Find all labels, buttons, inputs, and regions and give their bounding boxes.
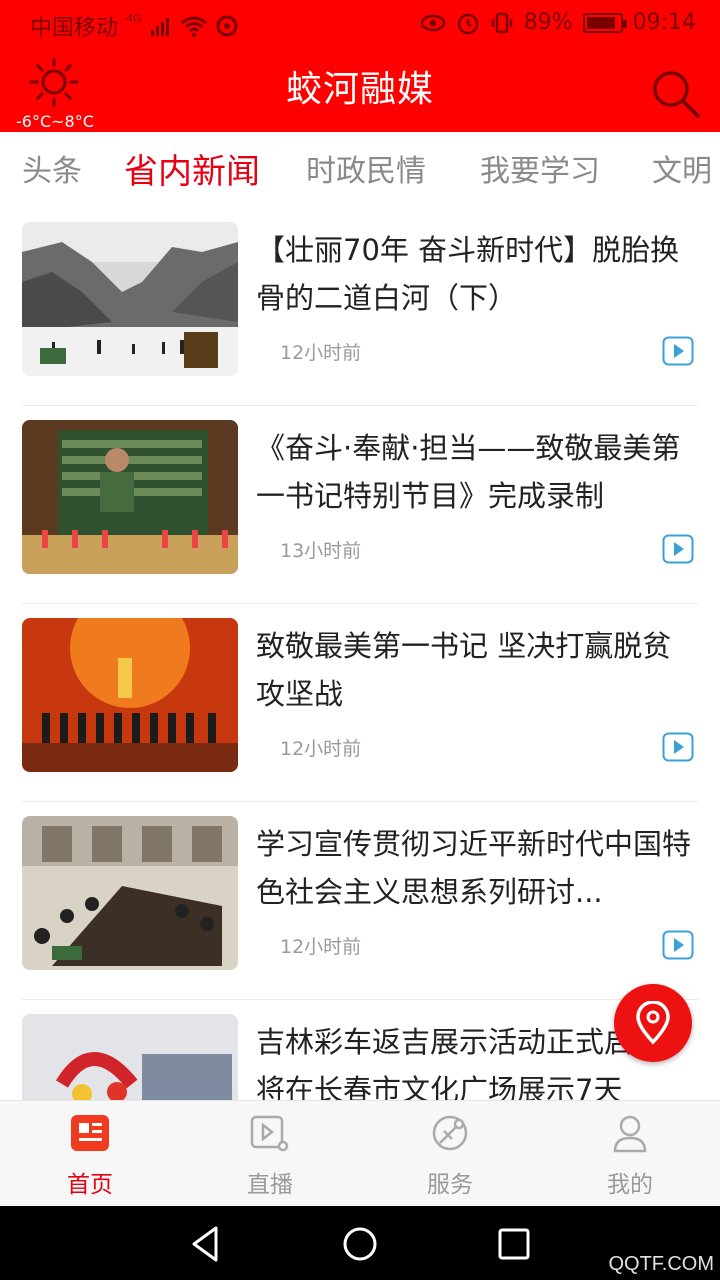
battery-percent: 89% <box>523 10 573 35</box>
live-video-icon <box>250 1115 289 1152</box>
back-icon[interactable] <box>186 1224 226 1264</box>
nav-service[interactable]: 服务 <box>360 1101 540 1207</box>
play-video-icon[interactable] <box>662 534 694 564</box>
nav-label: 服务 <box>427 1172 473 1198</box>
nav-label: 直播 <box>247 1172 293 1198</box>
news-time: 12小时前 <box>280 342 362 364</box>
location-pin-icon <box>636 1001 670 1045</box>
news-thumbnail <box>22 1014 238 1100</box>
news-time: 12小时前 <box>280 738 362 760</box>
location-button[interactable] <box>614 984 692 1062</box>
nav-mine[interactable]: 我的 <box>540 1101 720 1207</box>
category-tabs: 头条 省内新闻 时政民情 我要学习 文明 <box>0 132 720 208</box>
search-icon <box>653 71 700 118</box>
news-title: 致敬最美第一书记 坚决打赢脱贫攻坚战 <box>256 629 672 711</box>
network-type: 4G <box>126 11 142 25</box>
news-time: 12小时前 <box>280 936 362 958</box>
news-item[interactable]: 《奋斗·奉献·担当——致敬最美第一书记特别节目》完成录制 13小时前 <box>22 406 698 604</box>
vibrate-icon <box>491 12 512 33</box>
play-video-icon[interactable] <box>662 930 694 960</box>
nav-live[interactable]: 直播 <box>180 1101 360 1207</box>
wifi-icon <box>180 16 207 37</box>
search-button[interactable] <box>650 68 702 120</box>
status-bar: 中国移动 4G 89% 09:14 <box>0 0 720 48</box>
play-video-icon[interactable] <box>662 732 694 762</box>
news-item[interactable]: 学习宣传贯彻习近平新时代中国特色社会主义思想系列研讨... 12小时前 <box>22 802 698 1000</box>
news-thumbnail <box>22 618 238 772</box>
system-nav-bar: QQTF.COM <box>0 1206 720 1280</box>
play-video-icon[interactable] <box>662 336 694 366</box>
bottom-nav: 首页 直播 服务 我的 <box>0 1100 720 1206</box>
home-icon[interactable] <box>340 1224 380 1264</box>
service-icon <box>432 1115 468 1151</box>
battery-icon <box>582 12 627 33</box>
news-thumbnail <box>22 816 238 970</box>
nav-label: 首页 <box>67 1172 113 1198</box>
watermark: QQTF.COM <box>608 1253 714 1275</box>
alarm-icon <box>457 13 478 34</box>
app-header: -6°C~8°C 蛟河融媒 <box>0 48 720 132</box>
news-feed: 【壮丽70年 奋斗新时代】脱胎换骨的二道白河（下） 12小时前 《奋斗·奉献·担… <box>0 208 720 1100</box>
news-title: 学习宣传贯彻习近平新时代中国特色社会主义思想系列研讨... <box>256 827 692 909</box>
netease-icon <box>216 15 238 37</box>
news-time: 13小时前 <box>280 540 362 562</box>
news-thumbnail <box>22 222 238 376</box>
recents-icon[interactable] <box>494 1224 534 1264</box>
clock: 09:14 <box>632 10 696 35</box>
news-title: 《奋斗·奉献·担当——致敬最美第一书记特别节目》完成录制 <box>256 431 681 513</box>
nav-home[interactable]: 首页 <box>0 1101 180 1207</box>
news-thumbnail <box>22 420 238 574</box>
news-item[interactable]: 致敬最美第一书记 坚决打赢脱贫攻坚战 12小时前 <box>22 604 698 802</box>
nav-label: 我的 <box>607 1172 653 1198</box>
eye-icon <box>420 14 445 31</box>
news-title: 【壮丽70年 奋斗新时代】脱胎换骨的二道白河（下） <box>256 233 680 315</box>
carrier-label: 中国移动 <box>30 16 119 41</box>
tab-headlines[interactable]: 头条 <box>22 146 82 190</box>
app-title: 蛟河融媒 <box>285 69 434 110</box>
tab-politics[interactable]: 时政民情 <box>306 146 426 190</box>
user-icon <box>613 1115 647 1153</box>
news-item[interactable]: 吉林彩车返吉展示活动正式启动 将在长春市文化广场展示7天 <box>22 1000 698 1100</box>
battery-fill <box>586 16 615 29</box>
news-icon <box>71 1115 109 1151</box>
tab-study[interactable]: 我要学习 <box>480 146 600 190</box>
news-item[interactable]: 【壮丽70年 奋斗新时代】脱胎换骨的二道白河（下） 12小时前 <box>22 208 698 406</box>
tab-province-news[interactable]: 省内新闻 <box>124 144 260 193</box>
signal-icon <box>150 18 169 36</box>
tab-civilization[interactable]: 文明 <box>652 146 712 190</box>
